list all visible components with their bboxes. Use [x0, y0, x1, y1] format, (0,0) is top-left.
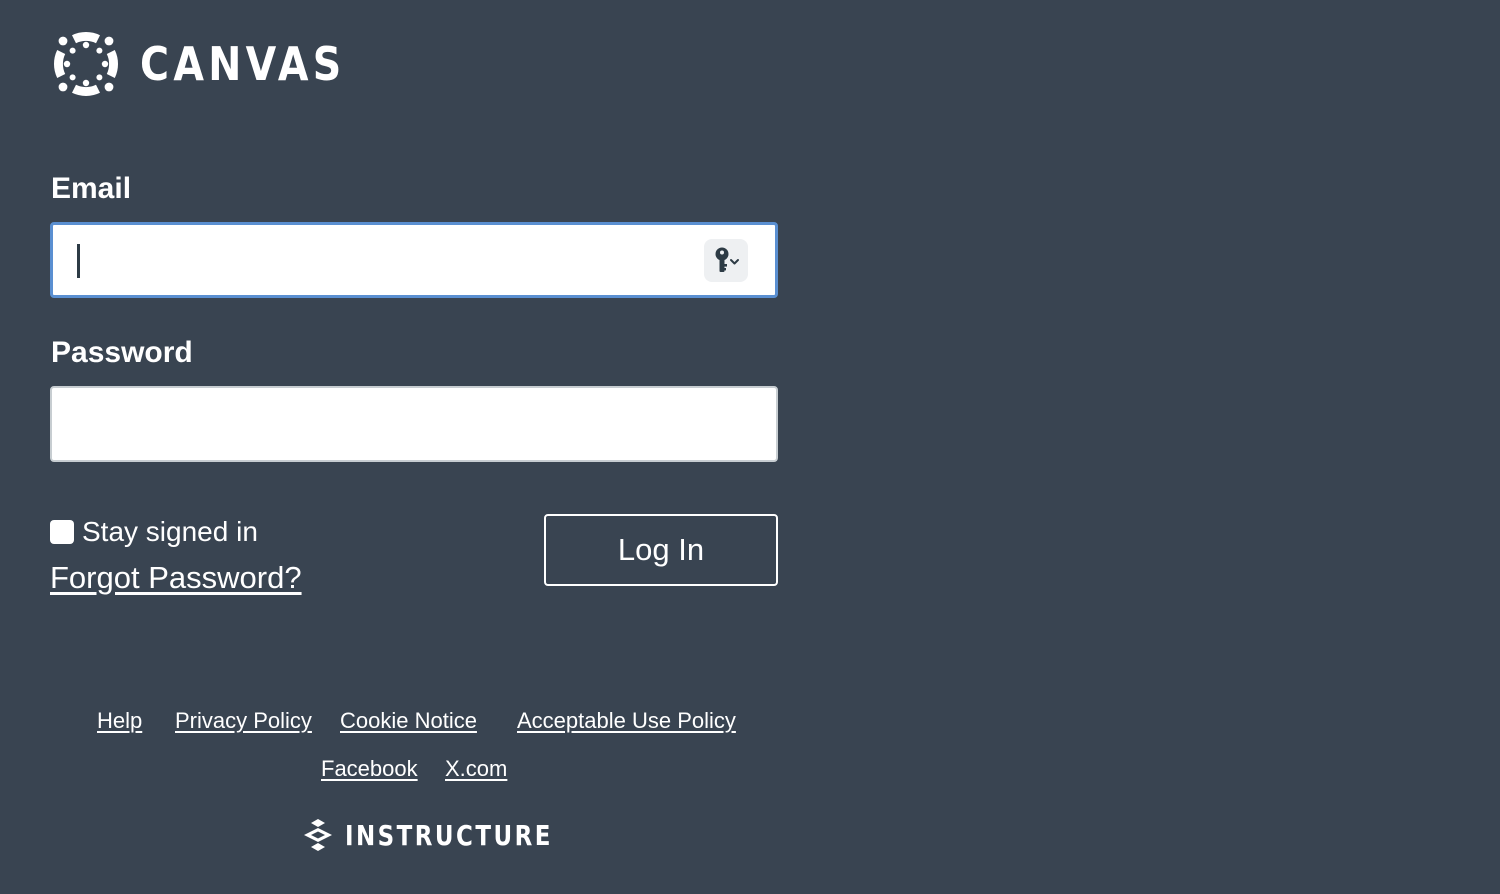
canvas-logo: CANVAS: [52, 30, 379, 98]
password-field-wrapper: [50, 386, 778, 462]
canvas-logo-icon: [53, 31, 119, 97]
footer-link-privacy-policy[interactable]: Privacy Policy: [175, 708, 312, 734]
email-label: Email: [51, 172, 132, 205]
footer-link-cookie-notice[interactable]: Cookie Notice: [340, 708, 477, 734]
stay-signed-in: Stay signed in: [50, 516, 258, 548]
email-field-wrapper: [50, 222, 778, 298]
instructure-logo: INSTRUCTURE: [303, 817, 599, 853]
instructure-wordmark: INSTRUCTURE: [345, 818, 553, 852]
password-label: Password: [51, 336, 193, 369]
email-input[interactable]: [53, 225, 775, 295]
key-icon: [715, 247, 739, 272]
instructure-logo-icon: [304, 819, 332, 851]
password-input[interactable]: [52, 388, 776, 460]
brand-name: CANVAS: [140, 37, 346, 91]
footer-link-x[interactable]: X.com: [445, 756, 507, 782]
footer-link-acceptable-use-policy[interactable]: Acceptable Use Policy: [517, 708, 736, 734]
stay-signed-in-label[interactable]: Stay signed in: [82, 516, 258, 548]
footer-link-help[interactable]: Help: [97, 708, 142, 734]
text-caret: [77, 244, 80, 278]
footer-link-facebook[interactable]: Facebook: [321, 756, 418, 782]
forgot-password-link[interactable]: Forgot Password?: [50, 560, 302, 596]
stay-signed-in-checkbox[interactable]: [50, 520, 74, 544]
login-button[interactable]: Log In: [544, 514, 778, 586]
password-manager-button[interactable]: [704, 239, 748, 282]
login-page: CANVAS Email Password Stay signed in For…: [0, 0, 1500, 894]
